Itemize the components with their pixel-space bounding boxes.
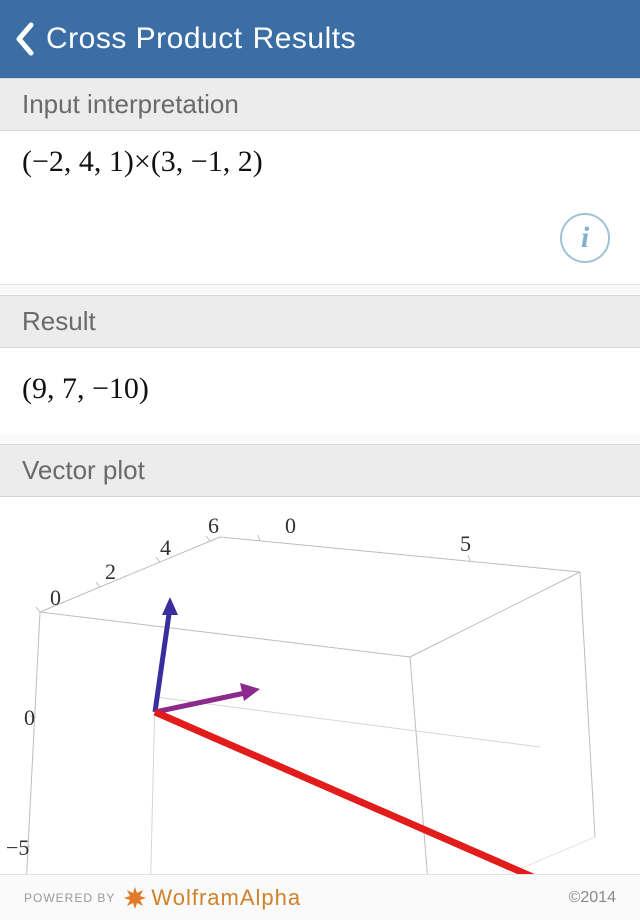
section-header-input: Input interpretation — [0, 78, 640, 131]
result-value: (9, 7, −10) — [22, 372, 149, 405]
footer: POWERED BY WolframAlpha ©2014 — [0, 874, 640, 920]
app-header: Cross Product Results — [0, 0, 640, 78]
tick-y-2: 2 — [105, 559, 116, 584]
header-title: Cross Product Results — [46, 22, 356, 56]
info-icon[interactable]: i — [560, 213, 610, 263]
copyright: ©2014 — [569, 889, 616, 907]
input-interpretation-body: (−2, 4, 1)×(3, −1, 2) — [0, 131, 640, 195]
tick-x-5: 5 — [460, 531, 471, 556]
vector-a — [155, 597, 178, 712]
section-gap-2 — [0, 434, 640, 444]
back-button[interactable] — [12, 19, 38, 59]
tick-y-6: 6 — [208, 513, 219, 538]
info-row: i — [0, 195, 640, 285]
section-header-result: Result — [0, 295, 640, 348]
page-name: Results — [253, 22, 357, 55]
result-body: (9, 7, −10) — [0, 348, 640, 434]
plot-svg: 0 2 4 6 0 5 0 −5 — [0, 497, 640, 907]
tick-z-0: 0 — [24, 705, 35, 730]
powered-by: POWERED BY WolframAlpha — [24, 885, 301, 911]
wolfram-logo[interactable]: WolframAlpha — [123, 885, 301, 911]
wolfram-spikey-icon — [123, 886, 147, 910]
tick-x-0: 0 — [285, 513, 296, 538]
wolfram-brand-text: WolframAlpha — [151, 885, 301, 911]
section-gap — [0, 285, 640, 295]
tick-y-0: 0 — [50, 585, 61, 610]
tick-y-4: 4 — [160, 535, 171, 560]
chevron-left-icon — [15, 22, 35, 56]
tick-z-m5: −5 — [6, 835, 29, 860]
section-header-plot: Vector plot — [0, 444, 640, 497]
powered-by-label: POWERED BY — [24, 891, 115, 905]
vector-plot: 0 2 4 6 0 5 0 −5 — [0, 497, 640, 907]
vector-b — [155, 683, 260, 712]
app-name: Cross Product — [46, 22, 243, 55]
input-expression: (−2, 4, 1)×(3, −1, 2) — [22, 145, 263, 178]
